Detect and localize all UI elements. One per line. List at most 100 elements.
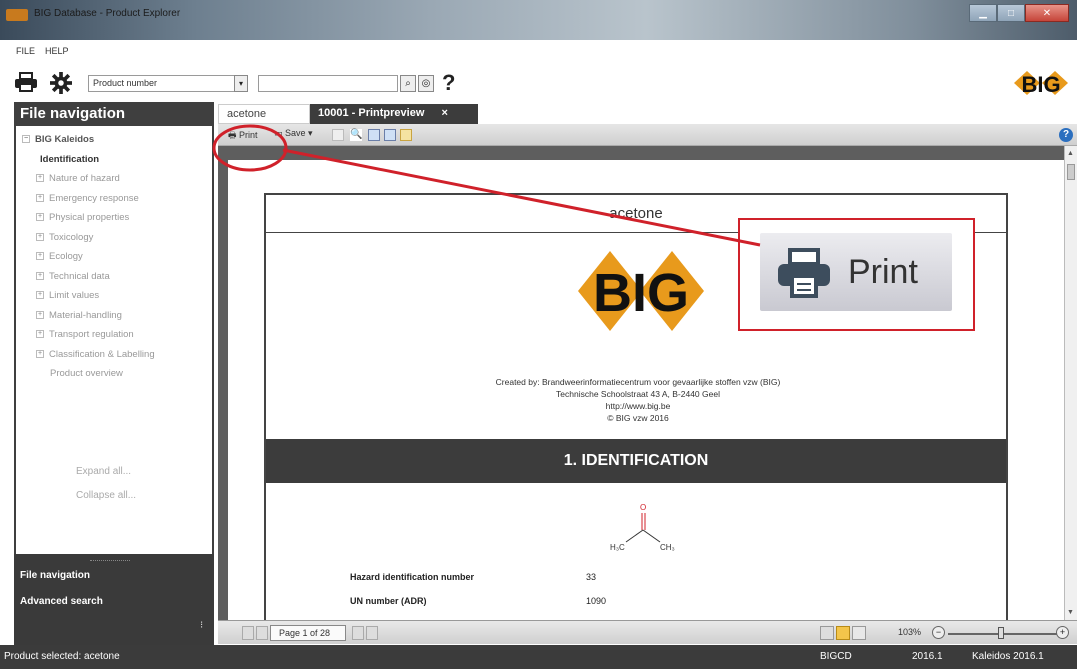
- close-tab-icon[interactable]: ×: [441, 107, 447, 119]
- expand-icon: +: [36, 193, 44, 202]
- maximize-button[interactable]: □: [997, 4, 1025, 22]
- tree-item[interactable]: + Transport regulation: [22, 325, 206, 345]
- created-line: Created by: Brandweerinformatiecentrum v…: [495, 377, 781, 387]
- document-big-logo: BIG: [578, 251, 704, 331]
- gear-icon[interactable]: [50, 72, 72, 94]
- expand-icon: +: [36, 271, 44, 280]
- preview-toolbar: 🖶 Print ▭ Save ▾ 🔍 ?: [218, 124, 1077, 146]
- tree-item[interactable]: + Physical properties: [22, 208, 206, 228]
- save-button[interactable]: ▭ Save ▾: [274, 128, 313, 143]
- expand-icon: +: [36, 174, 44, 183]
- menu-help[interactable]: HELP: [45, 46, 69, 56]
- expand-icon: +: [36, 213, 44, 222]
- find-icon[interactable]: 🔍: [350, 129, 362, 141]
- expand-icon: +: [36, 291, 44, 300]
- minimize-button[interactable]: ▁: [969, 4, 997, 22]
- zoom-slider-handle[interactable]: [998, 627, 1004, 639]
- tree-item-root[interactable]: − BIG Kaleidos: [22, 130, 206, 150]
- first-page-icon[interactable]: [242, 626, 254, 640]
- file-navigation-link[interactable]: File navigation: [20, 570, 90, 581]
- logo-text: BIG: [1021, 72, 1060, 96]
- pager-bar: Page 1 of 28 103% − +: [218, 620, 1077, 644]
- tab-printpreview[interactable]: 10001 - Printpreview ×: [310, 104, 478, 124]
- last-page-icon[interactable]: [366, 626, 378, 640]
- tab-acetone[interactable]: acetone: [218, 104, 310, 124]
- section-heading: 1. IDENTIFICATION: [266, 439, 1006, 483]
- main-toolbar: Product number ▾ ⌕ ◎ ? BIG: [0, 62, 1077, 102]
- status-version: 2016.1: [912, 651, 943, 662]
- search-input[interactable]: [258, 75, 398, 92]
- view-multi-icon[interactable]: [852, 626, 866, 640]
- tree-item[interactable]: + Technical data: [22, 267, 206, 287]
- tab-bar: acetone 10001 - Printpreview ×: [218, 104, 1077, 124]
- vertical-scrollbar[interactable]: ▲ ▼: [1064, 146, 1077, 620]
- tab-label: 10001 - Printpreview: [318, 107, 425, 119]
- page-setup-icon[interactable]: [332, 129, 344, 141]
- status-db: BIGCD: [820, 651, 852, 662]
- chevron-down-icon[interactable]: ▾: [234, 75, 248, 92]
- svg-text:H₃C: H₃C: [610, 543, 625, 552]
- callout-printer-icon: [778, 248, 830, 298]
- zoom-level: 103%: [898, 627, 922, 637]
- collapse-icon[interactable]: −: [22, 135, 30, 144]
- prev-page-icon[interactable]: [256, 626, 268, 640]
- printer-icon[interactable]: [14, 72, 38, 92]
- print-button[interactable]: 🖶 Print: [228, 128, 258, 143]
- un-number-label: UN number (ADR): [350, 596, 427, 606]
- tree-item[interactable]: + Emergency response: [22, 189, 206, 209]
- expand-icon: +: [36, 232, 44, 241]
- two-page-icon[interactable]: [384, 129, 396, 141]
- hazard-id-label: Hazard identification number: [350, 572, 475, 582]
- search-icon[interactable]: ⌕: [400, 75, 416, 92]
- save-icon: ▭: [274, 128, 283, 138]
- app-icon: [6, 9, 28, 21]
- svg-text:CH₃: CH₃: [660, 543, 675, 552]
- un-number-value: 1090: [586, 596, 607, 606]
- created-line: http://www.big.be: [605, 401, 671, 411]
- help-button[interactable]: ?: [442, 70, 455, 96]
- multi-page-icon[interactable]: [400, 129, 412, 141]
- expand-icon: +: [36, 310, 44, 319]
- created-line: Technische Schoolstraat 43 A, B-2440 Gee…: [556, 389, 720, 399]
- file-navigation-panel: File navigation − BIG Kaleidos Identifica…: [14, 102, 214, 645]
- created-line: © BIG vzw 2016: [607, 413, 669, 423]
- collapse-all-link[interactable]: Collapse all...: [76, 490, 136, 501]
- zoom-out-icon[interactable]: −: [932, 626, 945, 639]
- zoom-in-icon[interactable]: +: [1056, 626, 1069, 639]
- resize-grip[interactable]: [90, 560, 130, 562]
- tree-item-identification[interactable]: Identification: [22, 150, 206, 170]
- big-logo: BIG: [1014, 71, 1068, 96]
- tree-item[interactable]: + Toxicology: [22, 228, 206, 248]
- page-indicator[interactable]: Page 1 of 28: [270, 625, 346, 641]
- tree-item-product-overview[interactable]: Product overview: [22, 364, 206, 384]
- tree-item[interactable]: + Nature of hazard: [22, 169, 206, 189]
- view-double-icon[interactable]: [836, 626, 850, 640]
- clear-icon[interactable]: ◎: [418, 75, 434, 92]
- scroll-up-icon[interactable]: ▲: [1067, 150, 1074, 157]
- document-logo-text: BIG: [593, 263, 689, 323]
- tree-item[interactable]: + Ecology: [22, 247, 206, 267]
- tree-actions-area: Expand all... Collapse all...: [16, 454, 212, 554]
- hazard-id-value: 33: [586, 572, 597, 582]
- expand-icon: +: [36, 330, 44, 339]
- tree-item[interactable]: + Limit values: [22, 286, 206, 306]
- sidebar-header: File navigation: [20, 105, 126, 122]
- scroll-down-icon[interactable]: ▼: [1067, 609, 1074, 616]
- view-single-icon[interactable]: [820, 626, 834, 640]
- title-bar: BIG Database - Product Explorer ▁ □ ✕: [0, 0, 1077, 40]
- close-window-button[interactable]: ✕: [1025, 4, 1069, 22]
- search-type-select[interactable]: Product number: [88, 75, 242, 92]
- single-page-icon[interactable]: [368, 129, 380, 141]
- advanced-search-link[interactable]: Advanced search: [20, 596, 103, 607]
- expand-all-link[interactable]: Expand all...: [76, 466, 131, 477]
- more-icon[interactable]: ⁝: [200, 620, 203, 631]
- tree-item[interactable]: + Material-handling: [22, 306, 206, 326]
- status-selected: Product selected: acetone: [4, 651, 120, 662]
- scroll-thumb[interactable]: [1067, 164, 1075, 180]
- tree-item[interactable]: + Classification & Labelling: [22, 345, 206, 365]
- help-icon[interactable]: ?: [1059, 128, 1073, 142]
- menu-file[interactable]: FILE: [16, 46, 35, 56]
- next-page-icon[interactable]: [352, 626, 364, 640]
- window-title: BIG Database - Product Explorer: [34, 8, 181, 19]
- status-product: Kaleidos 2016.1: [972, 651, 1044, 662]
